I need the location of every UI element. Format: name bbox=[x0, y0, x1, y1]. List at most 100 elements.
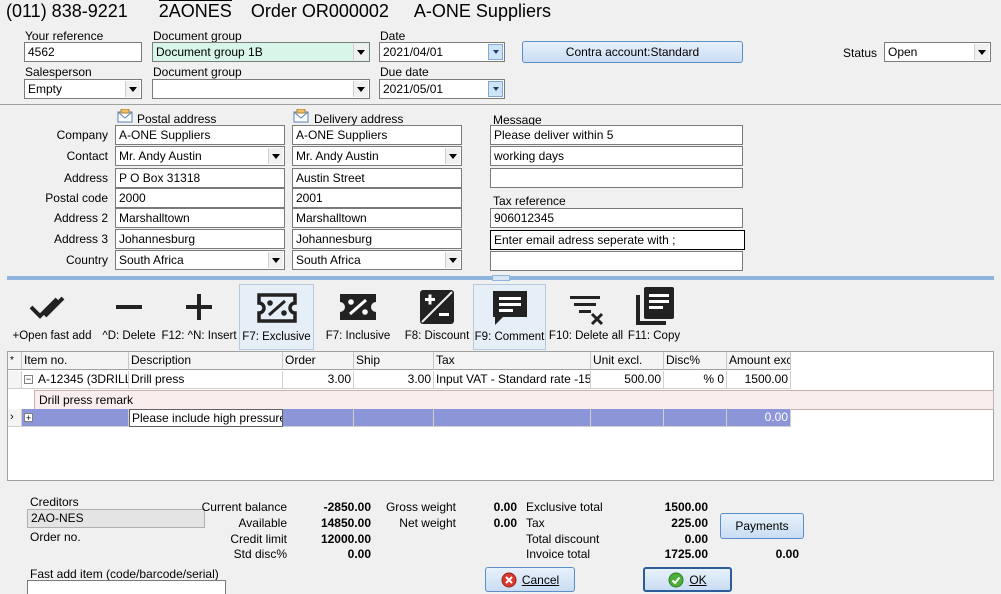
chevron-down-icon[interactable] bbox=[268, 148, 283, 164]
row1-ship[interactable]: 3.00 bbox=[354, 371, 434, 389]
row-remark[interactable]: Drill press remark bbox=[34, 390, 994, 410]
date-input[interactable]: 2021/04/01 bbox=[379, 42, 505, 62]
doc-group2-label: Document group bbox=[153, 65, 242, 79]
status-select[interactable]: Open bbox=[884, 42, 991, 62]
expand-icon[interactable]: + bbox=[24, 413, 33, 423]
row2-description[interactable]: Please include high pressure bbox=[129, 409, 283, 427]
header-code: 2AONES bbox=[158, 0, 232, 21]
delete-label: ^D: Delete bbox=[102, 330, 156, 342]
header-disc[interactable]: Disc% bbox=[664, 352, 727, 370]
total-discount-label: Total discount bbox=[526, 532, 600, 546]
discount-label: F8: Discount bbox=[404, 330, 470, 342]
row2-amount[interactable]: 0.00 bbox=[727, 409, 791, 427]
collapse-icon[interactable]: − bbox=[24, 375, 33, 384]
delete-button[interactable]: ^D: Delete bbox=[98, 284, 160, 350]
header-order[interactable]: Order bbox=[283, 352, 354, 370]
email-input[interactable]: Enter email adress seperate with ; bbox=[490, 230, 745, 250]
exclusive-button[interactable]: F7: Exclusive bbox=[239, 284, 314, 350]
tax-reference-label: Tax reference bbox=[493, 194, 566, 208]
ok-button[interactable]: OK bbox=[643, 567, 732, 592]
message-line3-input[interactable] bbox=[490, 168, 743, 188]
row1-tax[interactable]: Input VAT - Standard rate -15% bbox=[434, 371, 591, 389]
header-ship[interactable]: Ship bbox=[354, 352, 434, 370]
envelope-icon[interactable] bbox=[293, 109, 309, 123]
delete-all-button[interactable]: F10: Delete all bbox=[549, 284, 623, 350]
header-amount-excl[interactable]: Amount excl bbox=[727, 352, 791, 370]
address2-label: Address 2 bbox=[53, 211, 108, 225]
tax-total-label: Tax bbox=[526, 516, 545, 530]
copy-label: F11: Copy bbox=[627, 330, 681, 342]
open-fast-add-button[interactable]: +Open fast add bbox=[12, 284, 92, 350]
row1-order[interactable]: 3.00 bbox=[283, 371, 354, 389]
copy-button[interactable]: F11: Copy bbox=[624, 284, 684, 350]
postal-code-input[interactable]: 2000 bbox=[115, 188, 285, 208]
doc-group-select[interactable]: Document group 1B bbox=[152, 42, 370, 62]
line-items-grid[interactable]: * Item no. Description Order Ship Tax Un… bbox=[7, 351, 994, 481]
chevron-down-icon[interactable] bbox=[125, 81, 140, 97]
discount-button[interactable]: F8: Discount bbox=[402, 284, 472, 350]
delivery-code-input[interactable]: 2001 bbox=[292, 188, 462, 208]
delivery-contact-select[interactable]: Mr. Andy Austin bbox=[292, 146, 462, 166]
header-unit-excl[interactable]: Unit excl. bbox=[591, 352, 664, 370]
header-tax[interactable]: Tax bbox=[434, 352, 591, 370]
splitter-handle[interactable] bbox=[492, 275, 510, 281]
insert-button[interactable]: F12: ^N: Insert bbox=[160, 284, 238, 350]
salesperson-label: Salesperson bbox=[25, 65, 92, 79]
cancel-button[interactable]: Cancel bbox=[485, 567, 575, 592]
row1-unit-excl[interactable]: 500.00 bbox=[591, 371, 664, 389]
ok-label: OK bbox=[689, 572, 707, 587]
postal-contact-select[interactable]: Mr. Andy Austin bbox=[115, 146, 285, 166]
due-date-input[interactable]: 2021/05/01 bbox=[379, 79, 505, 99]
chevron-down-icon[interactable] bbox=[974, 44, 989, 60]
tax-reference-input[interactable]: 906012345 bbox=[490, 208, 743, 228]
chevron-down-icon[interactable] bbox=[445, 148, 460, 164]
message-extra-input[interactable] bbox=[490, 251, 743, 271]
chevron-down-icon[interactable] bbox=[353, 44, 368, 60]
delivery-address2-input[interactable]: Marshalltown bbox=[292, 208, 462, 228]
calendar-dropdown-icon[interactable] bbox=[488, 81, 503, 97]
net-weight-value: 0.00 bbox=[493, 516, 517, 530]
row2-item-no[interactable]: + bbox=[22, 409, 129, 427]
payments-button[interactable]: Payments bbox=[720, 513, 804, 539]
status-label: Status bbox=[843, 46, 878, 60]
total-discount-value: 0.00 bbox=[684, 532, 708, 546]
chevron-down-icon[interactable] bbox=[353, 81, 368, 97]
doc-group2-select[interactable] bbox=[152, 79, 370, 99]
contra-account-button[interactable]: Contra account:Standard bbox=[522, 41, 743, 63]
fast-add-input[interactable] bbox=[27, 580, 226, 594]
chevron-down-icon[interactable] bbox=[445, 252, 460, 268]
gross-weight-value: 0.00 bbox=[493, 500, 517, 514]
delivery-country-select[interactable]: South Africa bbox=[292, 250, 462, 270]
header-order: Order OR000002 bbox=[250, 1, 389, 21]
row1-item-no[interactable]: − A-12345 (3DRILL) bbox=[22, 371, 129, 389]
header-star: * bbox=[8, 352, 22, 370]
header-description[interactable]: Description bbox=[129, 352, 283, 370]
delivery-address-input[interactable]: Austin Street bbox=[292, 168, 462, 188]
message-line1-input[interactable]: Please deliver within 5 bbox=[490, 125, 743, 145]
message-line2-input[interactable]: working days bbox=[490, 146, 743, 166]
header-item-no[interactable]: Item no. bbox=[22, 352, 129, 370]
fast-add-label: Fast add item (code/barcode/serial) bbox=[30, 567, 219, 581]
your-reference-input[interactable]: 4562 bbox=[24, 42, 142, 62]
postal-contact-value: Mr. Andy Austin bbox=[119, 149, 202, 163]
inclusive-button[interactable]: F7: Inclusive bbox=[322, 284, 394, 350]
row1-amount[interactable]: 1500.00 bbox=[727, 371, 791, 389]
delivery-address3-input[interactable]: Johannesburg bbox=[292, 229, 462, 249]
postal-address3-input[interactable]: Johannesburg bbox=[115, 229, 285, 249]
exclusive-label: F7: Exclusive bbox=[242, 331, 311, 343]
postal-address-input[interactable]: P O Box 31318 bbox=[115, 168, 285, 188]
comment-label: F9: Comment bbox=[474, 331, 545, 343]
postal-country-select[interactable]: South Africa bbox=[115, 250, 285, 270]
chevron-down-icon[interactable] bbox=[268, 252, 283, 268]
postal-company-input[interactable]: A-ONE Suppliers bbox=[115, 125, 285, 145]
delivery-company-input[interactable]: A-ONE Suppliers bbox=[292, 125, 462, 145]
delivery-country-value: South Africa bbox=[296, 253, 361, 267]
envelope-icon[interactable] bbox=[117, 109, 133, 123]
salesperson-select[interactable]: Empty bbox=[24, 79, 142, 99]
row1-disc[interactable]: % 0 bbox=[664, 371, 727, 389]
comment-button[interactable]: F9: Comment bbox=[473, 284, 546, 350]
postal-address2-input[interactable]: Marshalltown bbox=[115, 208, 285, 228]
std-disc-value: 0.00 bbox=[347, 547, 371, 561]
calendar-dropdown-icon[interactable] bbox=[488, 44, 503, 60]
row1-description[interactable]: Drill press bbox=[129, 371, 283, 389]
